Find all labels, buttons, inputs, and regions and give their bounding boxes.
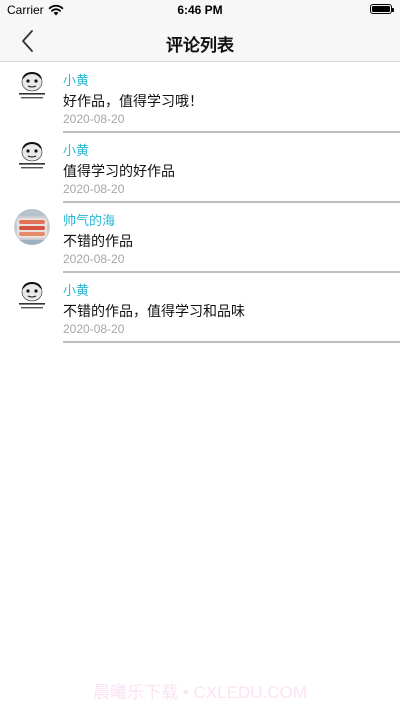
- list-item[interactable]: 小黄 好作品，值得学习哦！ 2020-08-20: [0, 63, 400, 133]
- avatar[interactable]: [14, 69, 50, 105]
- comment-username[interactable]: 小黄: [63, 70, 89, 89]
- comment-date: 2020-08-20: [63, 322, 125, 336]
- status-time: 6:46 PM: [177, 3, 223, 17]
- comment-text: 不错的作品: [63, 234, 133, 250]
- comment-text: 不错的作品，值得学习和品味: [63, 304, 245, 320]
- avatar[interactable]: [14, 209, 50, 245]
- status-bar: Carrier 6:46 PM: [0, 0, 400, 20]
- comment-username[interactable]: 小黄: [63, 280, 89, 299]
- nav-bar: 评论列表: [0, 20, 400, 62]
- avatar[interactable]: [14, 279, 50, 315]
- comment-text: 好作品，值得学习哦！: [63, 94, 203, 110]
- list-item[interactable]: 帅气的海 不错的作品 2020-08-20: [0, 203, 400, 273]
- comment-date: 2020-08-20: [63, 252, 125, 266]
- battery-icon: [370, 4, 394, 14]
- divider: [63, 341, 400, 343]
- list-item[interactable]: 小黄 值得学习的好作品 2020-08-20: [0, 133, 400, 203]
- avatar[interactable]: [14, 139, 50, 175]
- comment-date: 2020-08-20: [63, 182, 125, 196]
- comment-list: 小黄 好作品，值得学习哦！ 2020-08-20 小黄 值得学习的好作品 202…: [0, 63, 400, 343]
- comment-username[interactable]: 帅气的海: [63, 210, 115, 229]
- battery-fill: [372, 6, 390, 12]
- comment-username[interactable]: 小黄: [63, 140, 89, 159]
- comment-date: 2020-08-20: [63, 112, 125, 126]
- page-title: 评论列表: [166, 36, 234, 56]
- comment-text: 值得学习的好作品: [63, 164, 175, 180]
- list-item[interactable]: 小黄 不错的作品，值得学习和品味 2020-08-20: [0, 273, 400, 343]
- watermark: 晨曦乐下载 • CXLEDU.COM: [93, 683, 307, 702]
